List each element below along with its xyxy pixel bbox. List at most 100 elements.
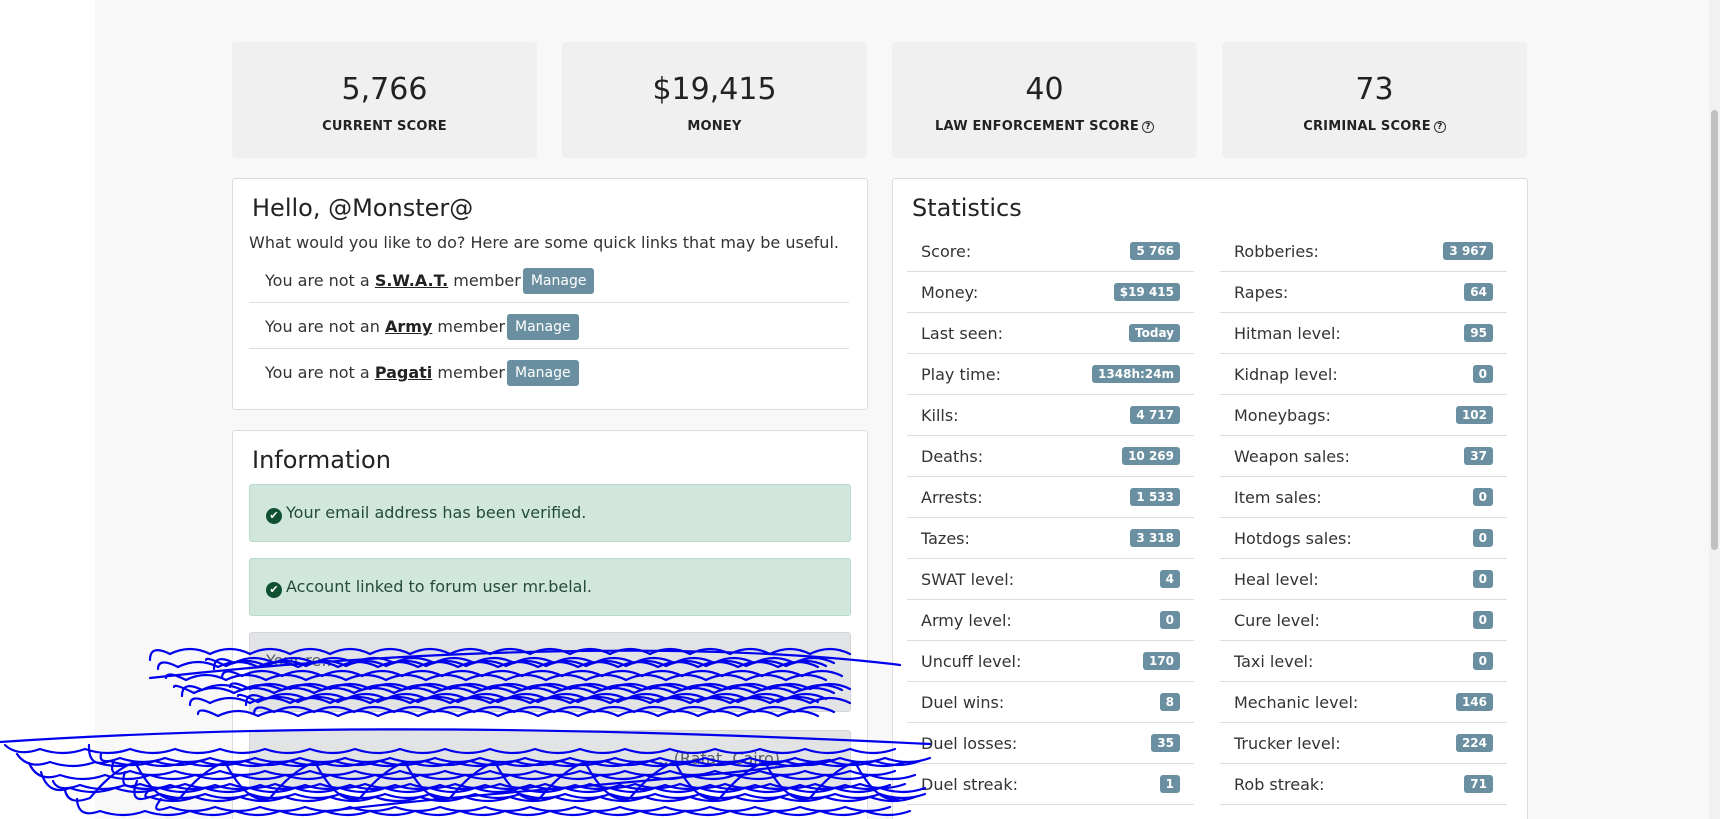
stats-label: Uncuff level: xyxy=(921,652,1022,671)
alert-text: ...(Rafat, Cairo) xyxy=(658,749,780,768)
manage-pagati-button[interactable]: Manage xyxy=(506,360,579,386)
stats-label: Mechanic level: xyxy=(1234,693,1359,712)
welcome-panel: Hello, @Monster@ What would you like to … xyxy=(232,178,868,410)
manage-swat-button[interactable]: Manage xyxy=(522,268,595,294)
stats-row: Robberies: 3 967 xyxy=(1220,231,1507,272)
stats-value-badge: 170 xyxy=(1142,652,1180,670)
current-score-label: CURRENT SCORE xyxy=(322,119,447,134)
stats-row: Weapon sales: 37 xyxy=(1220,436,1507,477)
alert-text: ✔ Your email address has been verified. xyxy=(266,503,586,524)
membership-row-swat: You are not a S.W.A.T. member Manage xyxy=(249,257,849,303)
alert-message: Account linked to forum user mr.belal. xyxy=(286,577,593,596)
stats-value-badge: 0 xyxy=(1472,529,1493,547)
stats-row: Army level: 0 xyxy=(907,600,1194,641)
membership-row-pagati: You are not a Pagati member Manage xyxy=(249,349,849,395)
scrollbar[interactable] xyxy=(1709,0,1720,819)
stats-value-badge: 0 xyxy=(1472,570,1493,588)
information-panel: Information ✔ Your email address has been… xyxy=(232,430,868,819)
help-icon[interactable]: ? xyxy=(1433,121,1446,133)
stats-value-badge: 71 xyxy=(1464,775,1493,793)
stats-row: Duel wins: 8 xyxy=(907,682,1194,723)
welcome-intro: What would you like to do? Here are some… xyxy=(249,233,839,252)
stats-row: Rapes: 64 xyxy=(1220,272,1507,313)
stats-label: Last seen: xyxy=(921,324,1003,343)
stats-label: Deaths: xyxy=(921,447,984,466)
stats-row: Duel streak: 1 xyxy=(907,764,1194,805)
stats-value-badge: 0 xyxy=(1472,488,1493,506)
stats-row: Duel losses: 35 xyxy=(907,723,1194,764)
stats-value-badge: 95 xyxy=(1464,324,1493,342)
stats-value-badge: 4 717 xyxy=(1130,406,1180,424)
obscured-alert: ...(Rafat, Cairo) xyxy=(249,730,851,788)
stats-label: Item sales: xyxy=(1234,488,1322,507)
statistics-title: Statistics xyxy=(912,194,1022,222)
stats-row: Mechanic level: 146 xyxy=(1220,682,1507,723)
money-label: MONEY xyxy=(687,119,742,134)
stats-value-badge: 8 xyxy=(1159,693,1180,711)
email-verified-alert: ✔ Your email address has been verified. xyxy=(249,484,851,542)
stats-value-badge: 5 766 xyxy=(1130,242,1180,260)
stats-value-badge: 102 xyxy=(1455,406,1493,424)
stats-row: Money: $19 415 xyxy=(907,272,1194,313)
stats-value-badge: 64 xyxy=(1464,283,1493,301)
org-link-swat[interactable]: S.W.A.T. xyxy=(375,271,448,290)
stats-value-badge: 0 xyxy=(1472,611,1493,629)
stats-label: SWAT level: xyxy=(921,570,1015,589)
stats-label: Rapes: xyxy=(1234,283,1289,302)
stats-value-badge: 0 xyxy=(1472,365,1493,383)
stats-label: Taxi level: xyxy=(1234,652,1314,671)
stats-row: Kills: 4 717 xyxy=(907,395,1194,436)
org-link-pagati[interactable]: Pagati xyxy=(375,363,432,382)
stats-row: Taxi level: 0 xyxy=(1220,641,1507,682)
current-score-value: 5,766 xyxy=(341,72,428,107)
score-card-current: 5,766 CURRENT SCORE xyxy=(232,42,537,158)
stats-label: Heal level: xyxy=(1234,570,1319,589)
stats-label: Weapon sales: xyxy=(1234,447,1350,466)
criminal-score-label: CRIMINAL SCORE xyxy=(1303,119,1431,134)
stats-row: Uncuff level: 170 xyxy=(907,641,1194,682)
stats-value-badge: 0 xyxy=(1159,611,1180,629)
score-card-criminal: 73 CRIMINAL SCORE? xyxy=(1222,42,1527,158)
score-card-law: 40 LAW ENFORCEMENT SCORE? xyxy=(892,42,1197,158)
stats-row: Deaths: 10 269 xyxy=(907,436,1194,477)
stats-value-badge: 3 967 xyxy=(1443,242,1493,260)
stats-row: Play time: 1348h:24m xyxy=(907,354,1194,395)
stats-value-badge: Today xyxy=(1129,324,1180,342)
help-icon[interactable]: ? xyxy=(1141,121,1154,133)
membership-prefix: You are not a xyxy=(265,363,370,382)
stats-value-badge: 3 318 xyxy=(1130,529,1180,547)
stats-row: Item sales: 0 xyxy=(1220,477,1507,518)
stats-row: Last seen: Today xyxy=(907,313,1194,354)
membership-text: You are not an Army member Manage xyxy=(265,314,579,340)
stats-row: Score: 5 766 xyxy=(907,231,1194,272)
manage-army-button[interactable]: Manage xyxy=(507,314,579,340)
stats-row: Heal level: 0 xyxy=(1220,559,1507,600)
stats-label: Army level: xyxy=(921,611,1012,630)
stats-row: Kidnap level: 0 xyxy=(1220,354,1507,395)
membership-text: You are not a S.W.A.T. member Manage xyxy=(265,268,595,294)
stats-row: SWAT level: 4 xyxy=(907,559,1194,600)
membership-suffix: member xyxy=(437,317,506,336)
stats-value-badge: $19 415 xyxy=(1113,283,1180,301)
forum-linked-alert: ✔ Account linked to forum user mr.belal. xyxy=(249,558,851,616)
membership-suffix: member xyxy=(453,271,521,290)
stats-row: Cure level: 0 xyxy=(1220,600,1507,641)
law-score-value: 40 xyxy=(1025,72,1064,107)
stats-label: Arrests: xyxy=(921,488,983,507)
membership-prefix: You are not an xyxy=(265,317,380,336)
stats-label: Tazes: xyxy=(921,529,970,548)
stats-label: Money: xyxy=(921,283,979,302)
org-link-army[interactable]: Army xyxy=(385,317,432,336)
stats-row: Trucker level: 224 xyxy=(1220,723,1507,764)
stats-label: Moneybags: xyxy=(1234,406,1331,425)
stats-value-badge: 146 xyxy=(1455,693,1493,711)
scrollbar-thumb[interactable] xyxy=(1711,110,1718,550)
stats-value-badge: 10 269 xyxy=(1122,447,1180,465)
stats-row: Hotdogs sales: 0 xyxy=(1220,518,1507,559)
information-title: Information xyxy=(252,446,391,474)
stats-row: Rob streak: 71 xyxy=(1220,764,1507,805)
stats-label: Hitman level: xyxy=(1234,324,1341,343)
stats-label: Kidnap level: xyxy=(1234,365,1338,384)
stats-row: Arrests: 1 533 xyxy=(907,477,1194,518)
membership-prefix: You are not a xyxy=(265,271,370,290)
